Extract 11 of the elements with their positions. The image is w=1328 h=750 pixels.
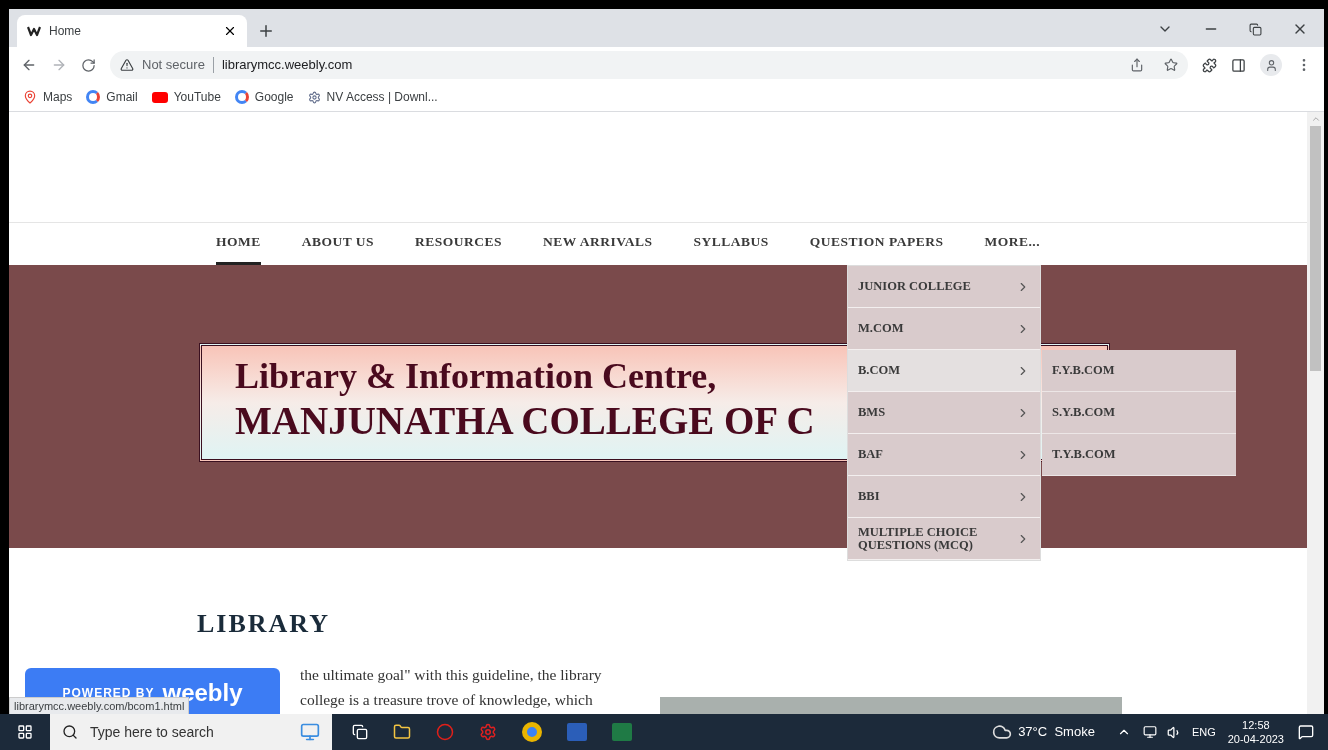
clock-time: 12:58 <box>1242 718 1270 732</box>
body-text: college is a treasure trove of knowledge, which <box>300 690 594 710</box>
clock-date: 20-04-2023 <box>1227 732 1284 746</box>
body-text: the ultimate goal" with this guideline, the library <box>300 665 603 685</box>
section-heading: LIBRARY <box>197 608 331 640</box>
banner-title: Library & Information Centre, <box>235 355 717 398</box>
weather-text: 37°C Smoke <box>1018 723 1095 742</box>
banner-subtitle: MANJUNATHA COLLEGE OF C <box>235 398 815 444</box>
tab-title: Home <box>49 23 82 40</box>
url-text: librarymcc.weebly.com <box>221 56 354 75</box>
security-label: Not secure <box>142 56 205 75</box>
